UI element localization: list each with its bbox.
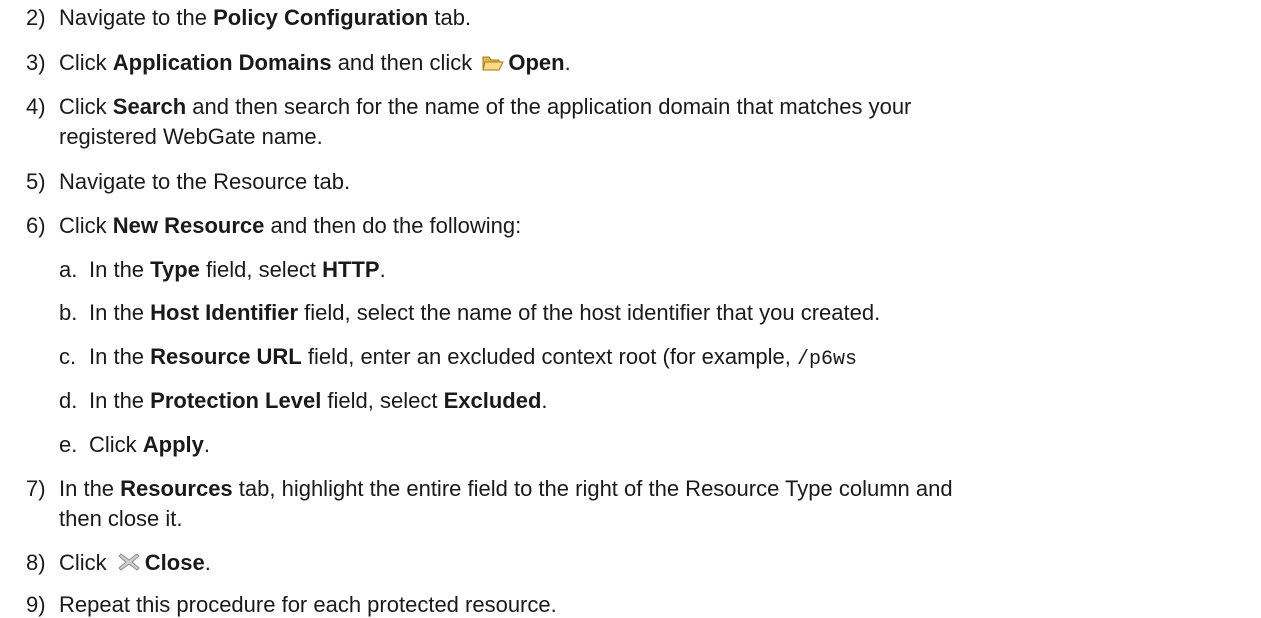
step-number: 2) xyxy=(26,5,46,30)
step-text: In the Resources tab, highlight the enti… xyxy=(59,476,953,501)
step-text: Click Search and then search for the nam… xyxy=(59,94,912,119)
step-text: Click New Resource and then do the follo… xyxy=(59,213,522,238)
close-x-icon xyxy=(117,551,141,579)
substep-letter: a. xyxy=(59,257,78,282)
code-snippet: /p6ws xyxy=(797,348,858,371)
substep-letter: b. xyxy=(59,300,78,325)
step-text: Click Application Domains and then click… xyxy=(59,50,571,79)
step-text: Click Apply. xyxy=(89,432,211,457)
step-text: In the Host Identifier field, select the… xyxy=(89,300,881,325)
step-number: 5) xyxy=(26,169,46,194)
substep-letter: e. xyxy=(59,432,78,457)
step-text: Navigate to the Resource tab. xyxy=(59,169,351,194)
step-number: 3) xyxy=(26,50,46,75)
step-text: Navigate to the Policy Configuration tab… xyxy=(59,5,472,30)
step-text: registered WebGate name. xyxy=(59,124,323,149)
step-text: Repeat this procedure for each protected… xyxy=(59,592,557,617)
step-number: 8) xyxy=(26,550,46,575)
step-number: 9) xyxy=(26,592,46,617)
substep-letter: d. xyxy=(59,388,78,413)
step-number: 7) xyxy=(26,476,46,501)
folder-open-icon xyxy=(482,53,505,79)
substep-letter: c. xyxy=(59,344,77,369)
step-text: In the Type field, select HTTP. xyxy=(89,257,386,282)
step-text: In the Resource URL field, enter an excl… xyxy=(89,344,858,371)
step-text: then close it. xyxy=(59,506,183,531)
step-text: In the Protection Level field, select Ex… xyxy=(89,388,548,413)
step-text: Click Close. xyxy=(59,550,211,579)
step-number: 4) xyxy=(26,94,46,119)
step-number: 6) xyxy=(26,213,46,238)
